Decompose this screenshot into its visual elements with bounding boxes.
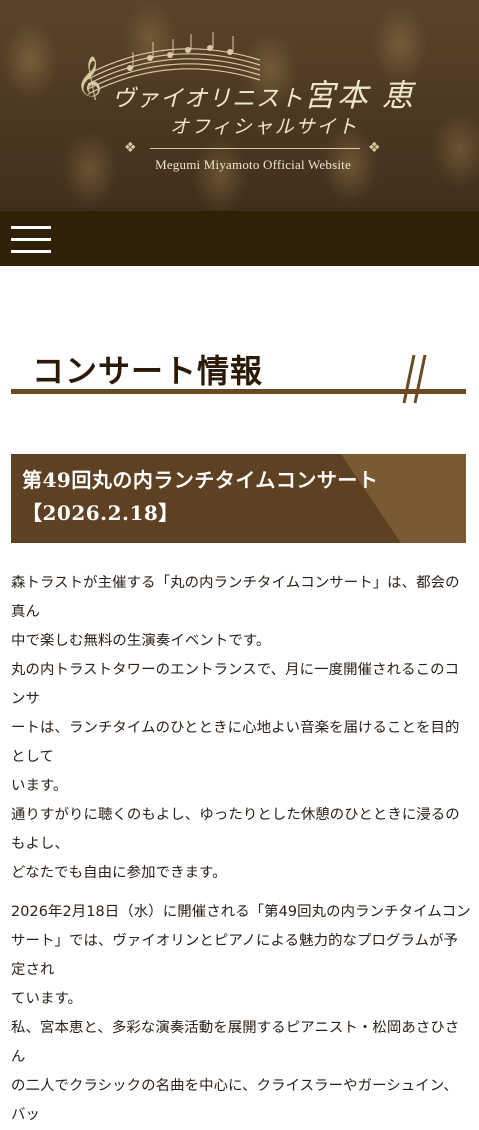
text-line: 中で楽しむ無料の生演奏イベントです。 — [11, 633, 271, 649]
text-line: サート」では、ヴァイオリンとピアノによる魅力的なプログラムが予定され — [11, 933, 459, 978]
text-line: 2026年2月18日（水）に開催される「第49回丸の内ランチタイムコン — [11, 904, 471, 920]
event-title: 第49回丸の内ランチタイムコンサート 【2026.2.18】 — [22, 464, 378, 530]
heading-underline — [11, 389, 466, 394]
title-divider — [150, 148, 360, 149]
svg-text:𝄞: 𝄞 — [76, 56, 102, 100]
text-line: います。 — [11, 778, 68, 794]
site-title-english: Megumi Miyamoto Official Website — [155, 157, 351, 172]
event-title-banner: 第49回丸の内ランチタイムコンサート 【2026.2.18】 — [11, 454, 466, 543]
menu-line — [11, 238, 51, 241]
event-title-line: 第49回丸の内ランチタイムコンサート — [22, 468, 379, 492]
text-line: 丸の内トラストタワーのエントランスで、月に一度開催されるこのコンサ — [11, 662, 460, 707]
text-line: ートは、ランチタイムのひとときに心地よい音楽を届けることを目的として — [11, 720, 460, 765]
event-date: 【2026.2.18】 — [22, 501, 179, 525]
text-line: ています。 — [11, 991, 83, 1007]
menu-line — [11, 226, 51, 229]
text-line: 森トラストが主催する「丸の内ランチタイムコンサート」は、都会の真ん — [11, 575, 460, 620]
menu-line — [11, 250, 51, 253]
nav-bar — [0, 211, 479, 266]
hamburger-menu-icon[interactable] — [11, 226, 51, 253]
paragraph: 2026年2月18日（水）に開催される「第49回丸の内ランチタイムコンサート」で… — [11, 898, 471, 1130]
text-line: の二人でクラシックの名曲を中心に、クライスラーやガーシュイン、バッ — [11, 1078, 458, 1123]
text-line: 通りすがりに聴くのもよし、ゆったりとした休憩のひとときに浸るのもよし、 — [11, 807, 460, 852]
site-header: 𝄞 ヴァイオリニスト宮本 恵 オフィシャルサイト ❖ ❖ Megumi Miya… — [0, 0, 479, 211]
ornament-right-icon: ❖ — [368, 140, 381, 156]
site-title-name: 宮本 恵 — [304, 78, 415, 114]
text-line: どなたでも自由に参加できます。 — [11, 865, 227, 881]
text-line: 私、宮本恵と、多彩な演奏活動を展開するピアニスト・松岡あさひさん — [11, 1020, 460, 1065]
page-title: コンサート情報 — [32, 352, 264, 391]
ornament-left-icon: ❖ — [124, 140, 137, 156]
paragraph: 森トラストが主催する「丸の内ランチタイムコンサート」は、都会の真ん中で楽しむ無料… — [11, 569, 471, 888]
site-title-prefix: ヴァイオリニスト — [112, 86, 304, 112]
event-description: 森トラストが主催する「丸の内ランチタイムコンサート」は、都会の真ん中で楽しむ無料… — [11, 569, 471, 1130]
site-subtitle: オフィシャルサイト — [170, 116, 359, 138]
site-title[interactable]: ヴァイオリニスト宮本 恵 — [112, 70, 415, 115]
double-slash-decoration-icon — [402, 354, 427, 404]
